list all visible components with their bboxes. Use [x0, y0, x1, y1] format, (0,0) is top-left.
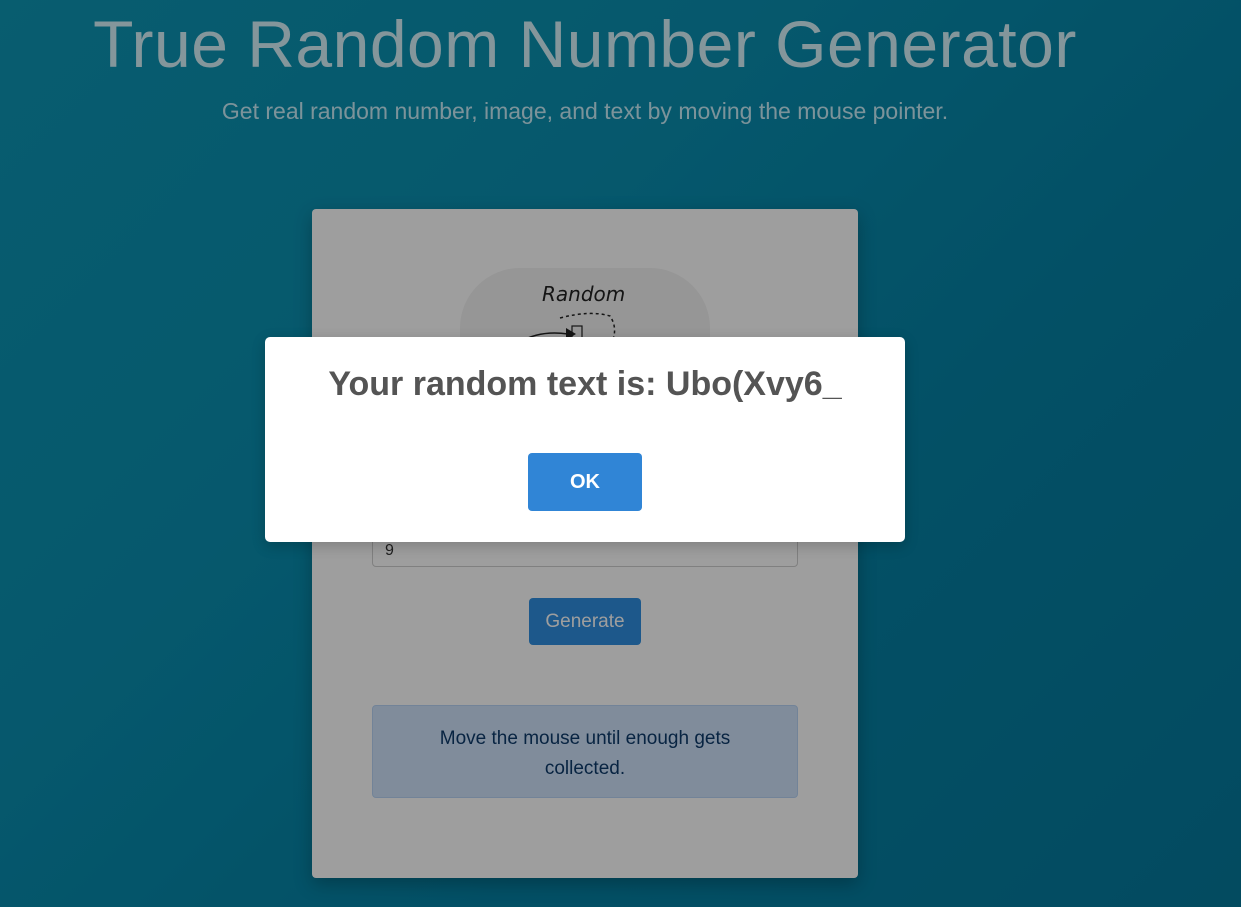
result-dialog: Your random text is: Ubo(Xvy6_ OK — [265, 337, 905, 542]
dialog-title: Your random text is: Ubo(Xvy6_ — [328, 365, 842, 403]
page: True Random Number Generator Get real ra… — [0, 0, 1241, 907]
ok-button[interactable]: OK — [528, 453, 642, 511]
